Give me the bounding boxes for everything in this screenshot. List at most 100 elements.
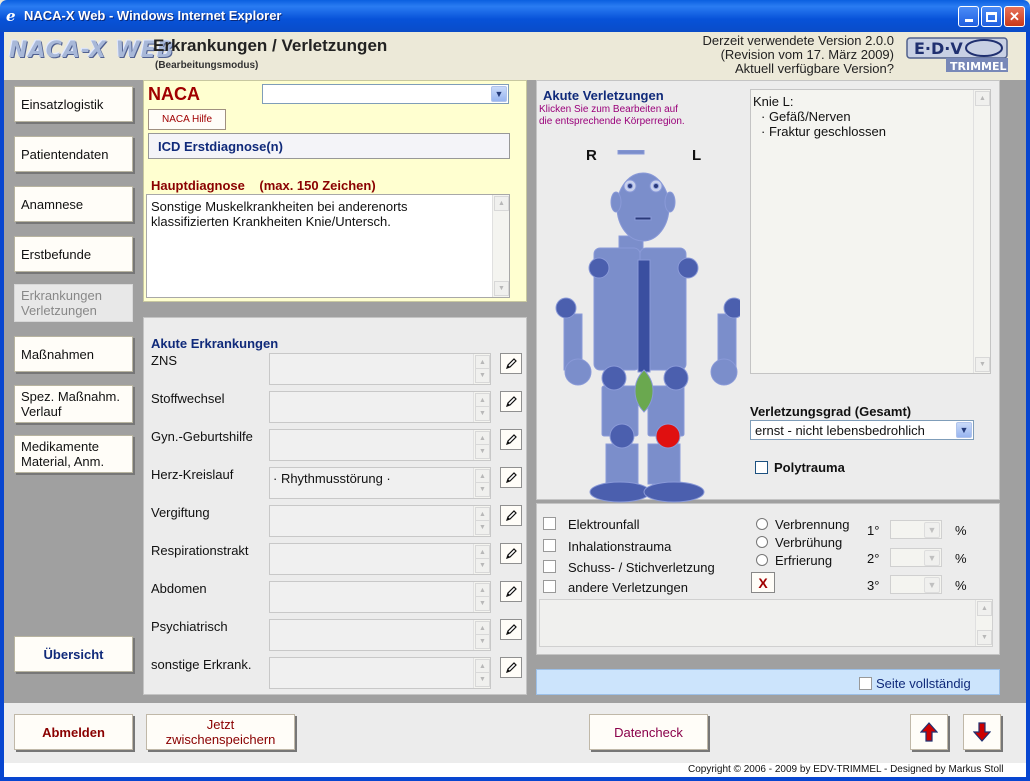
- elbow-left-region[interactable]: [723, 297, 740, 319]
- scrollbar[interactable]: ▲ ▼: [473, 392, 490, 422]
- scrollbar[interactable]: ▲ ▼: [973, 90, 990, 373]
- scrollbar[interactable]: ▲ ▼: [473, 430, 490, 460]
- sidebar-item-massnahmen[interactable]: Maßnahmen: [14, 336, 133, 372]
- scroll-down-icon[interactable]: ▼: [975, 357, 990, 372]
- edit-button[interactable]: [500, 657, 522, 678]
- scrollbar[interactable]: ▲ ▼: [473, 658, 490, 688]
- acute-illness-field[interactable]: ▲ ▼: [269, 619, 491, 651]
- scrollbar[interactable]: ▲ ▼: [473, 354, 490, 384]
- hand-right-region[interactable]: [564, 358, 592, 386]
- scroll-down-icon[interactable]: ▼: [475, 558, 490, 573]
- special-injury-checkbox[interactable]: [543, 539, 556, 552]
- acute-illness-field[interactable]: ▲ ▼: [269, 391, 491, 423]
- page-complete-checkbox[interactable]: [859, 677, 872, 690]
- scroll-down-icon[interactable]: ▼: [475, 520, 490, 535]
- scrollbar[interactable]: ▲ ▼: [473, 468, 490, 498]
- chevron-down-icon[interactable]: ▼: [924, 522, 940, 538]
- chevron-down-icon[interactable]: ▼: [491, 86, 507, 102]
- foot-right-region[interactable]: [589, 481, 651, 503]
- special-injury-checkbox[interactable]: [543, 580, 556, 593]
- overview-button[interactable]: Übersicht: [14, 636, 133, 672]
- spine-stripe[interactable]: [637, 259, 651, 373]
- burn-degree-select[interactable]: ▼: [890, 548, 942, 567]
- scroll-down-icon[interactable]: ▼: [475, 406, 490, 421]
- edit-button[interactable]: [500, 429, 522, 450]
- scrollbar[interactable]: ▲ ▼: [473, 582, 490, 612]
- acute-illness-field[interactable]: ▲ ▼: [269, 353, 491, 385]
- scroll-up-icon[interactable]: ▲: [975, 91, 990, 106]
- sidebar-item-erkrankungen-verletzungen[interactable]: Erkrankungen Verletzungen: [14, 284, 133, 322]
- scroll-down-icon[interactable]: ▼: [475, 482, 490, 497]
- scrollbar[interactable]: ▲ ▼: [473, 506, 490, 536]
- chevron-down-icon[interactable]: ▼: [924, 577, 940, 593]
- sidebar-item-erstbefunde[interactable]: Erstbefunde: [14, 236, 133, 272]
- scrollbar[interactable]: ▲ ▼: [473, 620, 490, 650]
- scrollbar[interactable]: ▲ ▼: [473, 544, 490, 574]
- scroll-up-icon[interactable]: ▲: [494, 196, 509, 211]
- scroll-down-icon[interactable]: ▼: [494, 281, 509, 296]
- scroll-up-button[interactable]: [910, 714, 948, 750]
- ear-right[interactable]: [610, 191, 622, 213]
- edit-button[interactable]: [500, 543, 522, 564]
- edit-button[interactable]: [500, 619, 522, 640]
- scroll-down-icon[interactable]: ▼: [475, 634, 490, 649]
- scrollbar[interactable]: ▲ ▼: [492, 195, 509, 297]
- burn-type-radio[interactable]: [756, 536, 768, 548]
- sidebar-item-patientendaten[interactable]: Patientendaten: [14, 136, 133, 172]
- burn-type-radio[interactable]: [756, 554, 768, 566]
- edit-button[interactable]: [500, 353, 522, 374]
- burn-degree-select[interactable]: ▼: [890, 520, 942, 539]
- sidebar-item-einsatzlogistik[interactable]: Einsatzlogistik: [14, 86, 133, 122]
- naca-select[interactable]: ▼: [262, 84, 509, 104]
- shoulder-right-region[interactable]: [588, 257, 610, 279]
- special-injury-checkbox[interactable]: [543, 517, 556, 530]
- pupil-right[interactable]: [627, 183, 633, 189]
- special-injury-textarea[interactable]: ▲ ▼: [539, 599, 993, 647]
- hip-right-region[interactable]: [601, 365, 627, 391]
- shoulder-left-region[interactable]: [677, 257, 699, 279]
- shin-right-region[interactable]: [605, 443, 639, 485]
- sidebar-item-anamnese[interactable]: Anamnese: [14, 186, 133, 222]
- edit-button[interactable]: [500, 391, 522, 412]
- sidebar-item-spez-massnahmen[interactable]: Spez. Maßnahm. Verlauf: [14, 385, 133, 423]
- ear-left[interactable]: [664, 191, 676, 213]
- scrollbar[interactable]: ▲ ▼: [975, 600, 992, 646]
- polytrauma-checkbox[interactable]: [755, 461, 768, 474]
- scroll-down-icon[interactable]: ▼: [475, 672, 490, 687]
- acute-illness-field[interactable]: ▲ ▼: [269, 543, 491, 575]
- injury-severity-select[interactable]: ernst - nicht lebensbedrohlich ▼: [750, 420, 974, 440]
- hip-left-region[interactable]: [663, 365, 689, 391]
- logout-button[interactable]: Abmelden: [14, 714, 133, 750]
- foot-left-region[interactable]: [643, 481, 705, 503]
- close-button[interactable]: ✕: [1004, 6, 1025, 27]
- acute-illness-field[interactable]: ▲ ▼: [269, 581, 491, 613]
- acute-illness-field[interactable]: ▲ ▼: [269, 505, 491, 537]
- icd-diagnosis-button[interactable]: ICD Erstdiagnose(n): [148, 133, 510, 159]
- acute-illness-field[interactable]: ▲ ▼: [269, 657, 491, 689]
- pupil-left[interactable]: [653, 183, 659, 189]
- data-check-button[interactable]: Datencheck: [589, 714, 708, 750]
- edit-button[interactable]: [500, 467, 522, 488]
- special-injury-checkbox[interactable]: [543, 560, 556, 573]
- acute-illness-field[interactable]: ▲ ▼: [269, 429, 491, 461]
- scroll-up-icon[interactable]: ▲: [977, 601, 992, 616]
- hand-left-region[interactable]: [710, 358, 738, 386]
- knee-right-region[interactable]: [609, 423, 635, 449]
- sidebar-item-medikamente[interactable]: Medikamente Material, Anm.: [14, 435, 133, 473]
- burn-degree-select[interactable]: ▼: [890, 575, 942, 594]
- scroll-down-button[interactable]: [963, 714, 1001, 750]
- naca-help-button[interactable]: NACA Hilfe: [148, 109, 226, 130]
- burn-type-radio[interactable]: [756, 518, 768, 530]
- body-diagram[interactable]: [550, 150, 740, 505]
- chevron-down-icon[interactable]: ▼: [924, 550, 940, 566]
- shin-left-region[interactable]: [647, 443, 681, 485]
- scroll-down-icon[interactable]: ▼: [977, 630, 992, 645]
- knee-left-region-marked[interactable]: [655, 423, 681, 449]
- edit-button[interactable]: [500, 581, 522, 602]
- main-diagnosis-textarea[interactable]: Sonstige Muskelkrankheiten bei anderenor…: [146, 194, 510, 298]
- injury-details-textarea[interactable]: Knie L: · Gefäß/Nerven · Fraktur geschlo…: [750, 89, 991, 374]
- clear-burn-button[interactable]: X: [751, 572, 775, 593]
- save-draft-button[interactable]: Jetzt zwischenspeichern: [146, 714, 295, 750]
- version-available-link[interactable]: Aktuell verfügbare Version?: [703, 62, 894, 76]
- minimize-button[interactable]: [958, 6, 979, 27]
